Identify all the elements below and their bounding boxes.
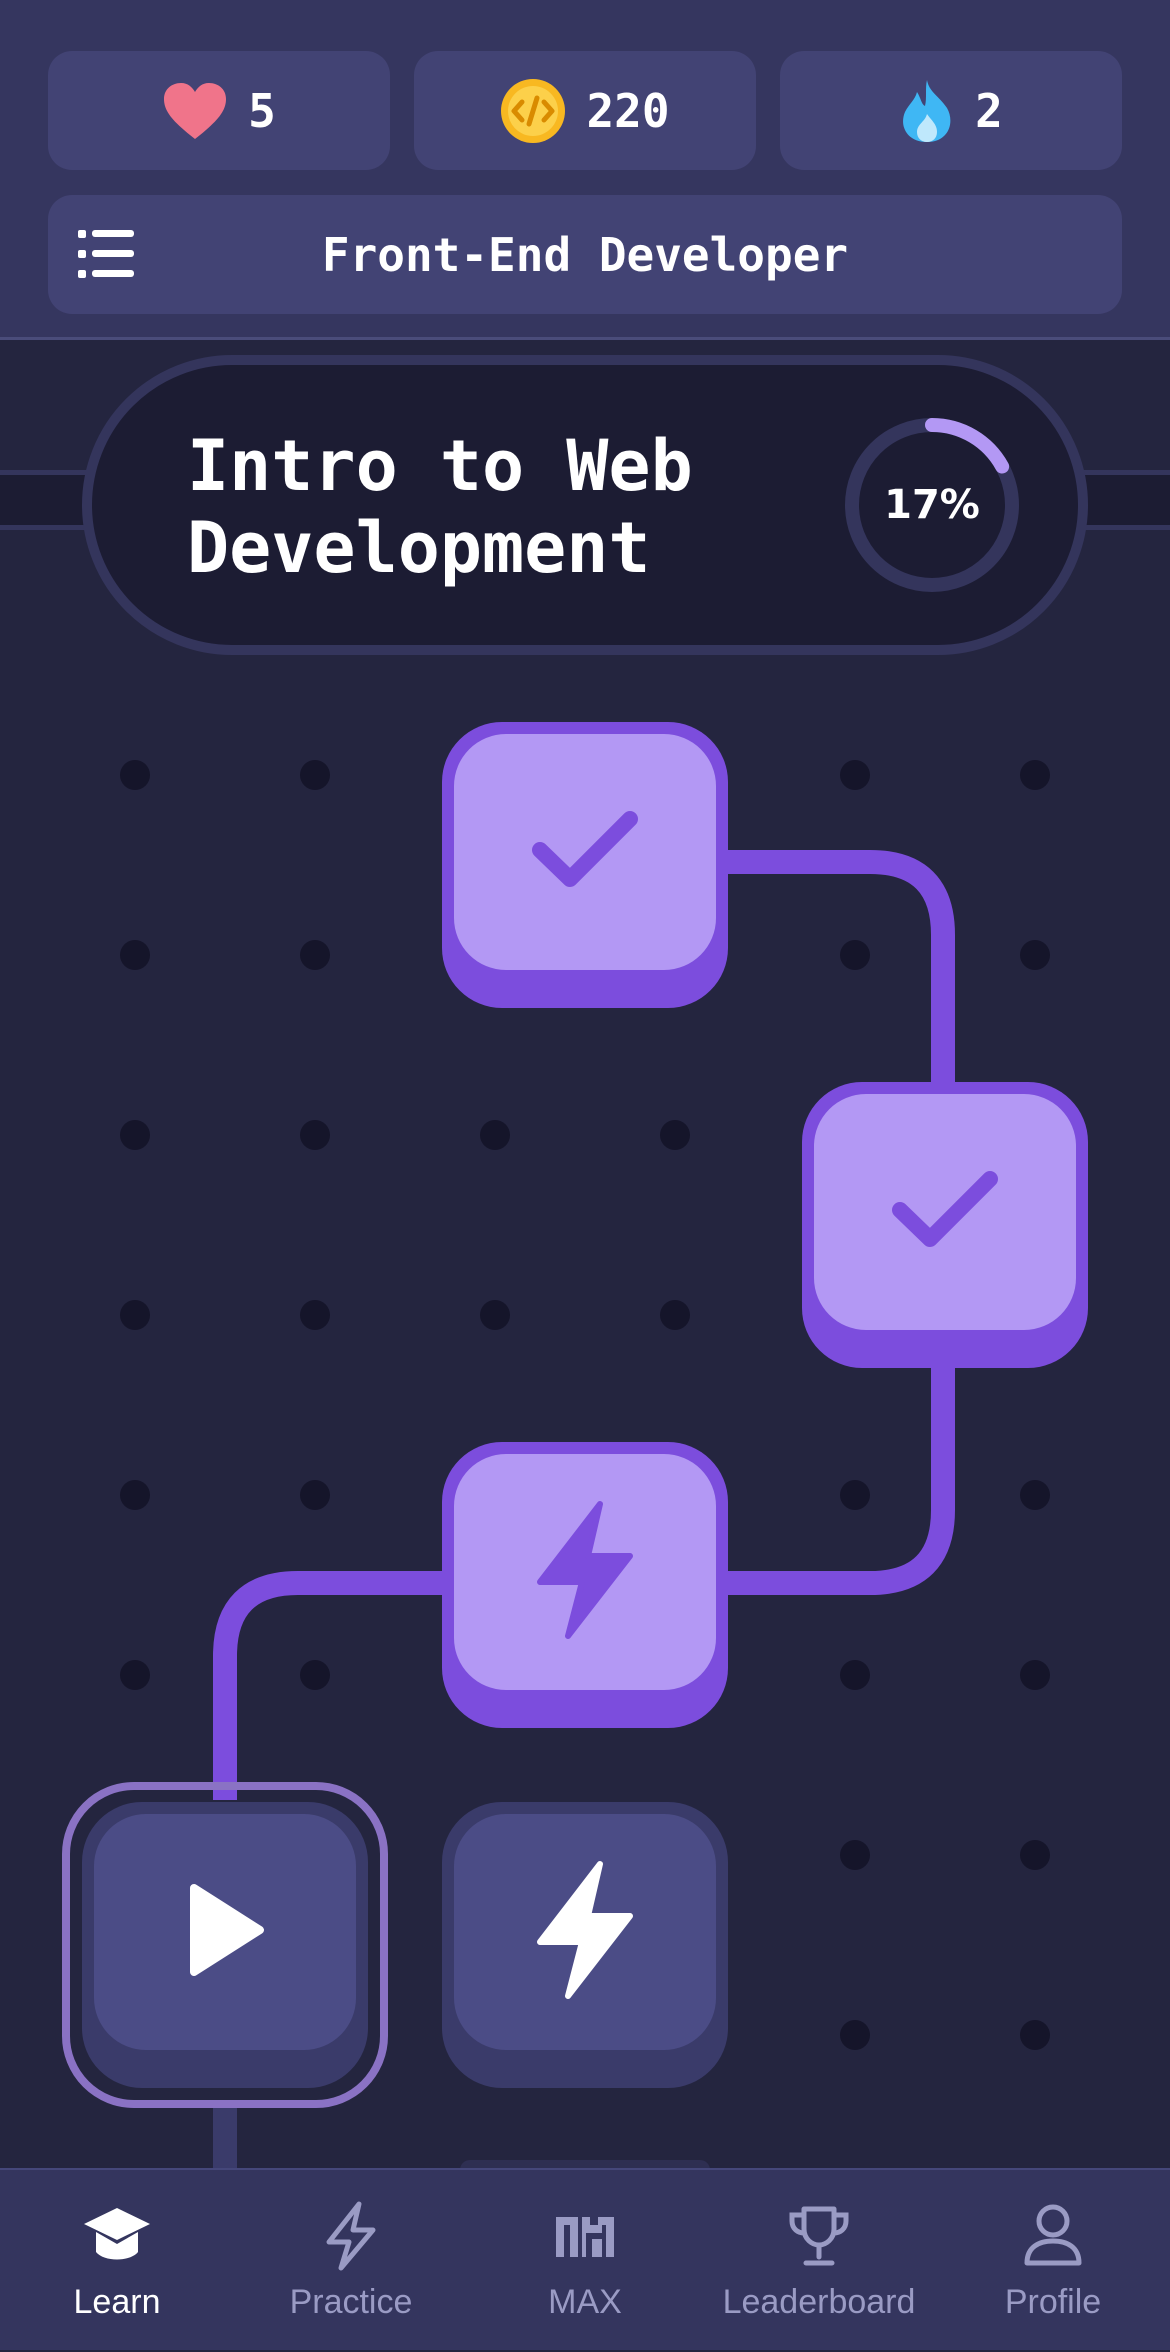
nav-label: Profile: [1004, 2283, 1102, 2321]
lesson-node-3[interactable]: [442, 1442, 728, 1728]
lightning-icon: [530, 1500, 640, 1644]
nav-label: MAX: [548, 2283, 622, 2321]
top-header: 5 220 2 Front-End Developer: [0, 0, 1170, 340]
nav-max[interactable]: MAX: [468, 2170, 702, 2352]
check-icon: [890, 1165, 1000, 1259]
check-icon: [530, 805, 640, 899]
play-icon: [180, 1880, 270, 1984]
nav-leaderboard[interactable]: Leaderboard: [702, 2170, 936, 2352]
nav-learn[interactable]: Learn: [0, 2170, 234, 2352]
lesson-node-4-current[interactable]: [82, 1802, 368, 2088]
hearts-counter[interactable]: 5: [48, 51, 390, 170]
max-icon: [552, 2195, 618, 2277]
streak-counter[interactable]: 2: [780, 51, 1122, 170]
streak-count: 2: [975, 83, 1003, 138]
coin-icon: [500, 78, 566, 144]
nav-label: Learn: [73, 2283, 161, 2321]
unit-title: Intro to Web Development: [187, 425, 747, 589]
lightning-icon: [321, 2195, 381, 2277]
nav-label: Practice: [289, 2283, 413, 2321]
bottom-nav: Learn Practice MAX Leaderboard Profile: [0, 2168, 1170, 2350]
unit-title-line-2: Development: [187, 507, 651, 589]
lightning-icon: [530, 1860, 640, 2004]
graduation-cap-icon: [82, 2195, 152, 2277]
coins-count: 220: [586, 83, 670, 138]
flame-icon: [899, 78, 955, 144]
coins-counter[interactable]: 220: [414, 51, 756, 170]
heart-icon: [162, 81, 228, 141]
unit-title-line-1: Intro to Web: [187, 425, 693, 507]
lesson-map: [0, 660, 1170, 2170]
course-selector[interactable]: Front-End Developer: [48, 195, 1122, 314]
hearts-count: 5: [248, 83, 276, 138]
progress-percent: 17%: [884, 482, 980, 528]
course-title: Front-End Developer: [321, 227, 849, 282]
trophy-icon: [784, 2195, 854, 2277]
user-icon: [1021, 2195, 1085, 2277]
nav-label: Leaderboard: [722, 2283, 916, 2321]
lesson-node-2[interactable]: [802, 1082, 1088, 1368]
unit-banner: Intro to Web Development 17%: [82, 355, 1088, 655]
lesson-node-1[interactable]: [442, 722, 728, 1008]
lesson-node-5[interactable]: [442, 1802, 728, 2088]
nav-practice[interactable]: Practice: [234, 2170, 468, 2352]
nav-profile[interactable]: Profile: [936, 2170, 1170, 2352]
